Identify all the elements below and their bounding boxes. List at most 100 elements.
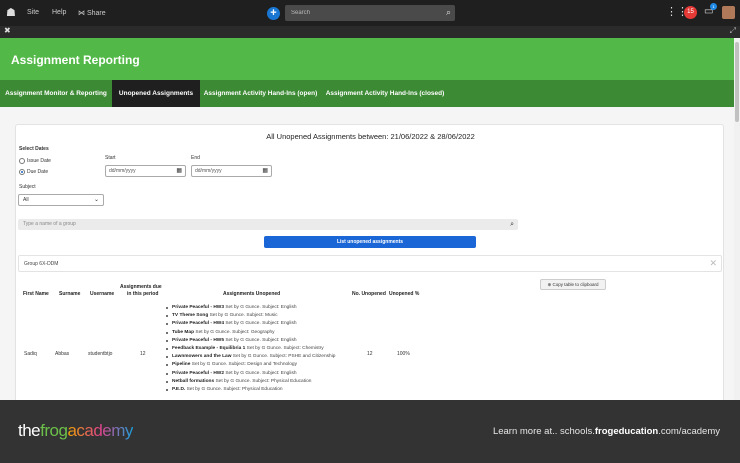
calendar-icon[interactable]: ▦ [262, 166, 268, 176]
brand-frog: frog [40, 421, 68, 440]
cell-unopened-pct: 100% [397, 351, 410, 357]
search-box: ⌕ [285, 5, 455, 21]
end-date-input[interactable]: dd/mm/yyyy ▦ [191, 165, 272, 177]
user-avatar[interactable] [722, 6, 735, 19]
close-icon[interactable]: ✖ [4, 26, 11, 35]
help-link[interactable]: Help [52, 9, 66, 16]
start-date-placeholder: dd/mm/yyyy [109, 168, 136, 174]
list-item: Private Peaceful - HW2 Set by G Gunce. S… [165, 370, 365, 378]
search-icon[interactable]: ⌕ [510, 219, 514, 230]
learn-bold: frogeducation [594, 426, 659, 437]
assignment-name: Private Peaceful - HW5 [172, 337, 224, 343]
col-due-line1: Assignments due [120, 284, 162, 290]
list-item: Tube Map Set by G Gunce. Subject: Geogra… [165, 329, 365, 337]
list-item: Private Peaceful - HW4 Set by G Gunce. S… [165, 320, 365, 328]
list-unopened-button[interactable]: List unopened assignments [264, 236, 476, 248]
cell-first-name: Sadiq [24, 351, 37, 357]
tab-hand-ins-open[interactable]: Assignment Activity Hand-Ins (open) [200, 80, 321, 107]
end-label: End [191, 155, 200, 161]
site-menu[interactable]: Site [27, 9, 39, 16]
search-icon[interactable]: ⌕ [446, 7, 451, 18]
start-date-input[interactable]: dd/mm/yyyy ▦ [105, 165, 186, 177]
tab-hand-ins-closed[interactable]: Assignment Activity Hand-Ins (closed) [321, 80, 449, 107]
group-search-placeholder: Type a name of a group [23, 221, 76, 227]
assignment-name: Lawnmowers and the Law [172, 354, 232, 360]
end-date-placeholder: dd/mm/yyyy [195, 168, 222, 174]
col-surname: Surname [59, 291, 81, 297]
top-bar: ☗ Site Help ⋈ Share + ⌕ ⋮⋮⋮ 15 ▭1 [0, 0, 740, 26]
list-item: Private Peaceful - HW5 Set by G Gunce. S… [165, 337, 365, 345]
group-panel: Group 6X-DDM ✕ [18, 255, 722, 272]
assignment-name: Netball formations [172, 378, 215, 384]
add-icon[interactable]: + [267, 7, 280, 20]
start-label: Start [105, 155, 116, 161]
subject-label: Subject [19, 184, 36, 190]
col-no-unopened: No. Unopened [352, 291, 386, 297]
assignment-name: P.E.D. [172, 386, 186, 392]
share-link[interactable]: ⋈ Share [78, 9, 106, 17]
copy-table-label: Copy table to clipboard [552, 282, 599, 287]
list-item: P.E.D. Set by G Gunce. Subject: Physical… [165, 386, 365, 394]
assignment-name: TV Theme Song [172, 313, 209, 319]
notification-count-badge[interactable]: 15 [684, 6, 697, 19]
list-item: TV Theme Song Set by G Gunce. Subject: M… [165, 312, 365, 320]
share-label: Share [86, 10, 106, 17]
assignment-info: Set by G Gunce. Subject: PSHE and Citize… [231, 354, 336, 360]
tab-unopened-assignments[interactable]: Unopened Assignments [112, 80, 200, 107]
search-input[interactable] [285, 5, 435, 21]
close-icon[interactable]: ✕ [709, 258, 717, 269]
page-scrollbar[interactable] [734, 38, 740, 400]
col-username: Username [90, 291, 115, 297]
subject-value: All [23, 197, 29, 203]
copy-table-button[interactable]: ⊕ Copy table to clipboard [540, 279, 606, 290]
brand-academy: academy [67, 421, 133, 440]
list-item: Pipeline Set by G Gunce. Subject: Design… [165, 361, 365, 369]
col-unopened-pct: Unopened % [389, 291, 420, 297]
assignment-info: Set by G Gunce. Subject: Chemistry [245, 345, 324, 351]
due-date-radio[interactable] [19, 169, 25, 175]
inbox-count-badge: 1 [710, 3, 717, 10]
page-header: Assignment Reporting [0, 38, 740, 80]
chevron-down-icon: ⌄ [93, 197, 99, 203]
calendar-icon[interactable]: ▦ [176, 166, 182, 176]
tab-assignment-monitor[interactable]: Assignment Monitor & Reporting [0, 80, 112, 107]
frog-logo-icon[interactable]: ☗ [6, 6, 20, 20]
assignment-name: Private Peaceful - HW3 [172, 305, 224, 310]
cell-surname: Abbas [55, 351, 70, 357]
assignment-info: Set by G Gunce. Subject: English [224, 370, 297, 376]
cell-no-unopened: 12 [367, 351, 373, 357]
assignment-name: Tube Map [172, 329, 195, 335]
list-item: Private Peaceful - HW3 Set by G Gunce. S… [165, 304, 365, 312]
learn-prefix: Learn more at.. schools. [492, 426, 595, 437]
issue-date-label: Issue Date [27, 158, 51, 164]
list-item: Lawnmowers and the Law Set by G Gunce. S… [165, 353, 365, 361]
brand-the: the [18, 421, 41, 440]
page-title: Assignment Reporting [11, 53, 140, 67]
assignment-name: Private Peaceful - HW4 [172, 321, 224, 327]
scrollbar-thumb[interactable] [735, 42, 739, 122]
assignment-info: Set by G Gunce. Subject: Physical Educat… [214, 378, 312, 384]
cell-username: studentbtjo [88, 351, 113, 357]
assignment-name: Pipeline [172, 362, 191, 368]
assignment-info: Set by G Gunce. Subject: Geography [194, 329, 275, 335]
select-dates-label: Select Dates [19, 146, 49, 152]
assignment-info: Set by G Gunce. Subject: Physical Educat… [185, 386, 283, 392]
learn-suffix: .com/academy [658, 426, 720, 437]
footer-banner: thefrogacademy Learn more at.. schools.f… [0, 400, 740, 463]
assignment-info: Set by G Gunce. Subject: English [224, 337, 297, 343]
assignment-info: Set by G Gunce. Subject: Design and Tech… [190, 362, 297, 368]
window-bar: ✖ ⤢ [0, 26, 740, 38]
assignment-name: Feedback Example - Equilibria 1 [172, 345, 246, 351]
list-item: Feedback Example - Equilibria 1 Set by G… [165, 345, 365, 353]
assignment-info: Set by G Gunce. Subject: English [224, 305, 297, 310]
report-title: All Unopened Assignments between: 21/06/… [266, 132, 475, 141]
col-assignments-unopened: Assignments Unopened [223, 291, 281, 297]
issue-date-radio[interactable] [19, 158, 25, 164]
assignment-name: Private Peaceful - HW2 [172, 370, 224, 376]
fullscreen-icon[interactable]: ⤢ [730, 26, 736, 36]
col-due-line2: in this period [127, 291, 159, 297]
inbox-icon[interactable]: ▭ 1 [704, 3, 717, 17]
group-search-input[interactable]: Type a name of a group ⌕ [18, 219, 518, 230]
unopened-assignments-list: Private Peaceful - HW3 Set by G Gunce. S… [165, 304, 365, 394]
subject-select[interactable]: All ⌄ [18, 194, 104, 206]
